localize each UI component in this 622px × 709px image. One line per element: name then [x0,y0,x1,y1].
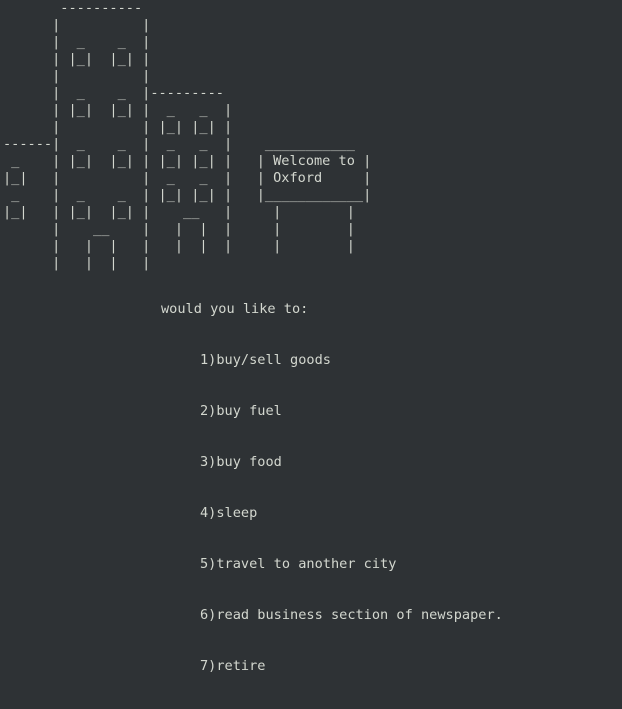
menu-option-buy-fuel[interactable]: 2)buy fuel [3,403,503,420]
menu-option-retire[interactable]: 7)retire [3,658,503,675]
main-menu: would you like to: 1)buy/sell goods 2)bu… [3,267,503,709]
menu-option-read-newspaper[interactable]: 6)read business section of newspaper. [3,607,503,624]
city-ascii-art: ---------- | | | _ _ | | |_| |_| | | | |… [3,0,372,271]
menu-option-buy-sell-goods[interactable]: 1)buy/sell goods [3,352,503,369]
menu-option-travel[interactable]: 5)travel to another city [3,556,503,573]
menu-option-sleep[interactable]: 4)sleep [3,505,503,522]
menu-prompt: would you like to: [161,301,309,317]
terminal-window[interactable]: ---------- | | | _ _ | | |_| |_| | | | |… [0,0,622,674]
menu-option-buy-food[interactable]: 3)buy food [3,454,503,471]
